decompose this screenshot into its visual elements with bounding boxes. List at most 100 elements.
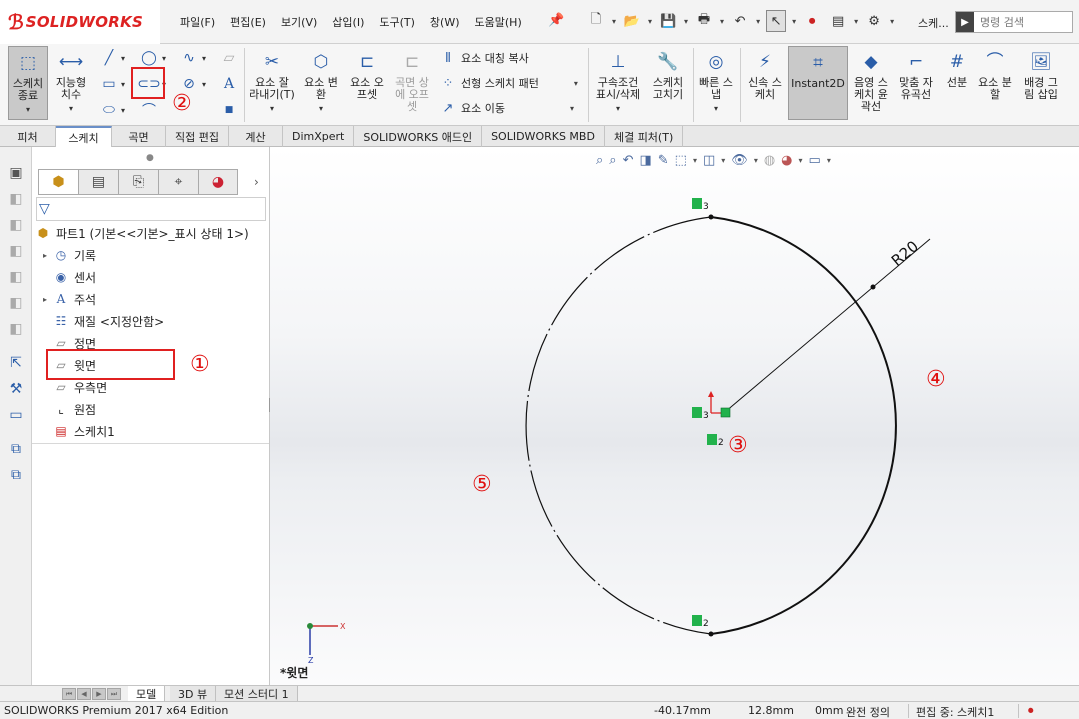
- menu-edit[interactable]: 편집(E): [230, 14, 266, 30]
- shaded-sketch-contours-button[interactable]: ◆ 음영 스 케치 윤 곽선: [850, 50, 892, 113]
- sketch-circle-right-arc[interactable]: [710, 216, 897, 635]
- split-entities-button[interactable]: ⌒ 요소 분 할: [975, 50, 1015, 101]
- panel-handle[interactable]: ●: [146, 153, 154, 163]
- trim-entities-button[interactable]: ✂ 요소 잘 라내기(T) ▾: [249, 50, 295, 115]
- expand-icon[interactable]: ▸: [38, 251, 52, 260]
- arc-top-endpoint[interactable]: [708, 214, 714, 220]
- tab-addins[interactable]: SOLIDWORKS 애드인: [354, 126, 483, 147]
- dimxpert-manager-tab-icon[interactable]: ⌖: [158, 169, 198, 195]
- view-cube-icon-2[interactable]: ◧: [6, 215, 26, 235]
- move-entities-button[interactable]: ↗ 요소 이동 ▾: [440, 100, 574, 116]
- circle-icon[interactable]: ◯: [138, 48, 160, 68]
- relation-marker-center[interactable]: [692, 407, 702, 418]
- display-tool-icon[interactable]: ▭: [6, 405, 26, 425]
- feature-tree-tab-icon[interactable]: ⬢: [38, 169, 78, 195]
- view-cube-icon-5[interactable]: ◧: [6, 293, 26, 313]
- chevron-right-icon[interactable]: ›: [254, 175, 259, 189]
- mirror-entities-button[interactable]: ⫴ 요소 대칭 복사: [440, 50, 528, 66]
- smart-dimension-button[interactable]: ⟷ 지능형 치수 ▾: [52, 50, 90, 115]
- polygon-icon[interactable]: ⬭: [98, 100, 120, 120]
- plane-icon[interactable]: ▱: [218, 48, 240, 68]
- tree-item-history[interactable]: ▸ ◷ 기록: [38, 245, 96, 265]
- offset-entities-button[interactable]: ⊏ 요소 오 프셋: [346, 50, 388, 101]
- graphics-area[interactable]: ⌕ ⌕ ↶ ◨ ✎ ⬚ ▾ ◫ ▾ 👁 ▾ ◍ ◕ ▾ ▭ ▾ R20 3 3 2 2: [270, 147, 1079, 685]
- line-icon[interactable]: ╱: [98, 48, 120, 68]
- relation-marker-bottom[interactable]: [692, 615, 702, 626]
- sketch-picture-button[interactable]: 🖼 배경 그 림 삽입: [1018, 50, 1064, 101]
- tree-item-material[interactable]: ☷ 재질 <지정안함>: [38, 311, 165, 331]
- sketch-line-button[interactable]: # 선분: [940, 50, 974, 89]
- menu-tools[interactable]: 도구(T): [379, 14, 415, 30]
- tree-filter-field[interactable]: ▽: [36, 197, 266, 221]
- property-manager-tab-icon[interactable]: ▤: [78, 169, 118, 195]
- first-tab-icon[interactable]: ⏮: [62, 688, 76, 700]
- view-cube-icon-6[interactable]: ◧: [6, 319, 26, 339]
- rebuild-traffic-light-icon[interactable]: ⏺: [802, 10, 822, 32]
- point-icon[interactable]: ■: [218, 100, 240, 120]
- offset-on-surface-button[interactable]: ⊏ 곡면 상 에 오프 셋: [391, 50, 433, 113]
- spline-icon[interactable]: ∿: [178, 48, 200, 68]
- repair-sketch-button[interactable]: 🔧 스케치 고치기: [646, 50, 690, 101]
- rebuild-status-icon[interactable]: ⏺: [1028, 704, 1034, 718]
- repair-tool-icon[interactable]: ⚒: [6, 379, 26, 399]
- tab-sketch[interactable]: 스케치: [56, 126, 112, 147]
- display-manager-tab-icon[interactable]: ◕: [198, 169, 238, 195]
- pin-icon[interactable]: 📌: [548, 13, 564, 28]
- tab-model[interactable]: 모델: [128, 686, 166, 701]
- menu-file[interactable]: 파일(F): [180, 14, 215, 30]
- file-properties-icon[interactable]: ▤: [828, 10, 848, 32]
- next-tab-icon[interactable]: ▶: [92, 688, 106, 700]
- tab-evaluate[interactable]: 계산: [229, 126, 283, 147]
- prev-tab-icon[interactable]: ◀: [77, 688, 91, 700]
- open-icon[interactable]: 📂: [622, 10, 642, 32]
- command-search-box[interactable]: ▶ 명령 검색: [955, 11, 1073, 33]
- tab-motion-study[interactable]: 모션 스터디 1: [216, 686, 298, 701]
- select-cursor-icon[interactable]: ↖: [766, 10, 787, 32]
- stack-tool-icon[interactable]: ⧉: [6, 439, 26, 459]
- part-reviewer-icon[interactable]: ▣: [6, 163, 26, 183]
- tree-item-right-plane[interactable]: ▱ 우측면: [38, 377, 107, 397]
- new-document-icon[interactable]: 🗋: [586, 10, 606, 32]
- exit-sketch-button[interactable]: ⬚ 스케치 종료 ▾: [8, 46, 48, 120]
- undo-icon[interactable]: ↶: [730, 10, 750, 32]
- last-tab-icon[interactable]: ⏭: [107, 688, 121, 700]
- view-cube-icon-3[interactable]: ◧: [6, 241, 26, 261]
- tree-part-root[interactable]: ⬢ 파트1 (기본<<기본>_표시 상태 1>): [34, 223, 249, 243]
- tree-item-sensors[interactable]: ◉ 센서: [38, 267, 96, 287]
- convert-entities-button[interactable]: ⬡ 요소 변 환 ▾: [300, 50, 342, 115]
- fillet-icon[interactable]: ⌒: [138, 100, 160, 120]
- menu-insert[interactable]: 삽입(I): [332, 14, 364, 30]
- stack-tool-icon-2[interactable]: ⧉: [6, 465, 26, 485]
- expand-icon[interactable]: ▸: [38, 295, 52, 304]
- save-icon[interactable]: 💾: [658, 10, 678, 32]
- menu-help[interactable]: 도움말(H): [475, 14, 522, 30]
- select-tool-icon[interactable]: ⇱: [6, 353, 26, 373]
- tab-fastening-features[interactable]: 체결 피처(T): [605, 126, 684, 147]
- radius-dimension-text[interactable]: R20: [888, 237, 922, 270]
- sketch-circle-left-arc[interactable]: [525, 216, 712, 635]
- tab-surfaces[interactable]: 곡면: [112, 126, 166, 147]
- tree-item-origin[interactable]: ⌞ 원점: [38, 399, 96, 419]
- relation-marker-center-2[interactable]: [707, 434, 717, 445]
- tab-dimxpert[interactable]: DimXpert: [283, 126, 355, 147]
- rapid-sketch-button[interactable]: ⚡ 신속 스 케치: [744, 50, 786, 101]
- center-point[interactable]: [720, 407, 731, 418]
- relation-marker-top[interactable]: [692, 198, 702, 209]
- arc-bottom-endpoint[interactable]: [708, 631, 714, 637]
- tab-direct-editing[interactable]: 직접 편집: [166, 126, 229, 147]
- linear-pattern-button[interactable]: ⁘ 선형 스케치 패턴 ▾: [440, 75, 578, 91]
- menu-window[interactable]: 창(W): [430, 14, 460, 30]
- text-icon[interactable]: A: [218, 74, 240, 94]
- view-cube-icon-4[interactable]: ◧: [6, 267, 26, 287]
- tab-3d-views[interactable]: 3D 뷰: [170, 686, 217, 701]
- tab-mbd[interactable]: SOLIDWORKS MBD: [482, 126, 605, 147]
- tab-features[interactable]: 피처: [0, 126, 56, 147]
- menu-view[interactable]: 보기(V): [281, 14, 317, 30]
- display-delete-relations-button[interactable]: ⊥ 구속조건 표시/삭제 ▾: [592, 50, 644, 115]
- sketch-canvas[interactable]: R20 3 3 2 2 X Z: [270, 147, 1079, 685]
- view-cube-icon[interactable]: ◧: [6, 189, 26, 209]
- configuration-manager-tab-icon[interactable]: ⎘: [118, 169, 158, 195]
- options-gear-icon[interactable]: ⚙: [864, 10, 884, 32]
- rectangle-icon[interactable]: ▭: [98, 74, 120, 94]
- tree-item-sketch1[interactable]: ▤ 스케치1: [38, 421, 114, 441]
